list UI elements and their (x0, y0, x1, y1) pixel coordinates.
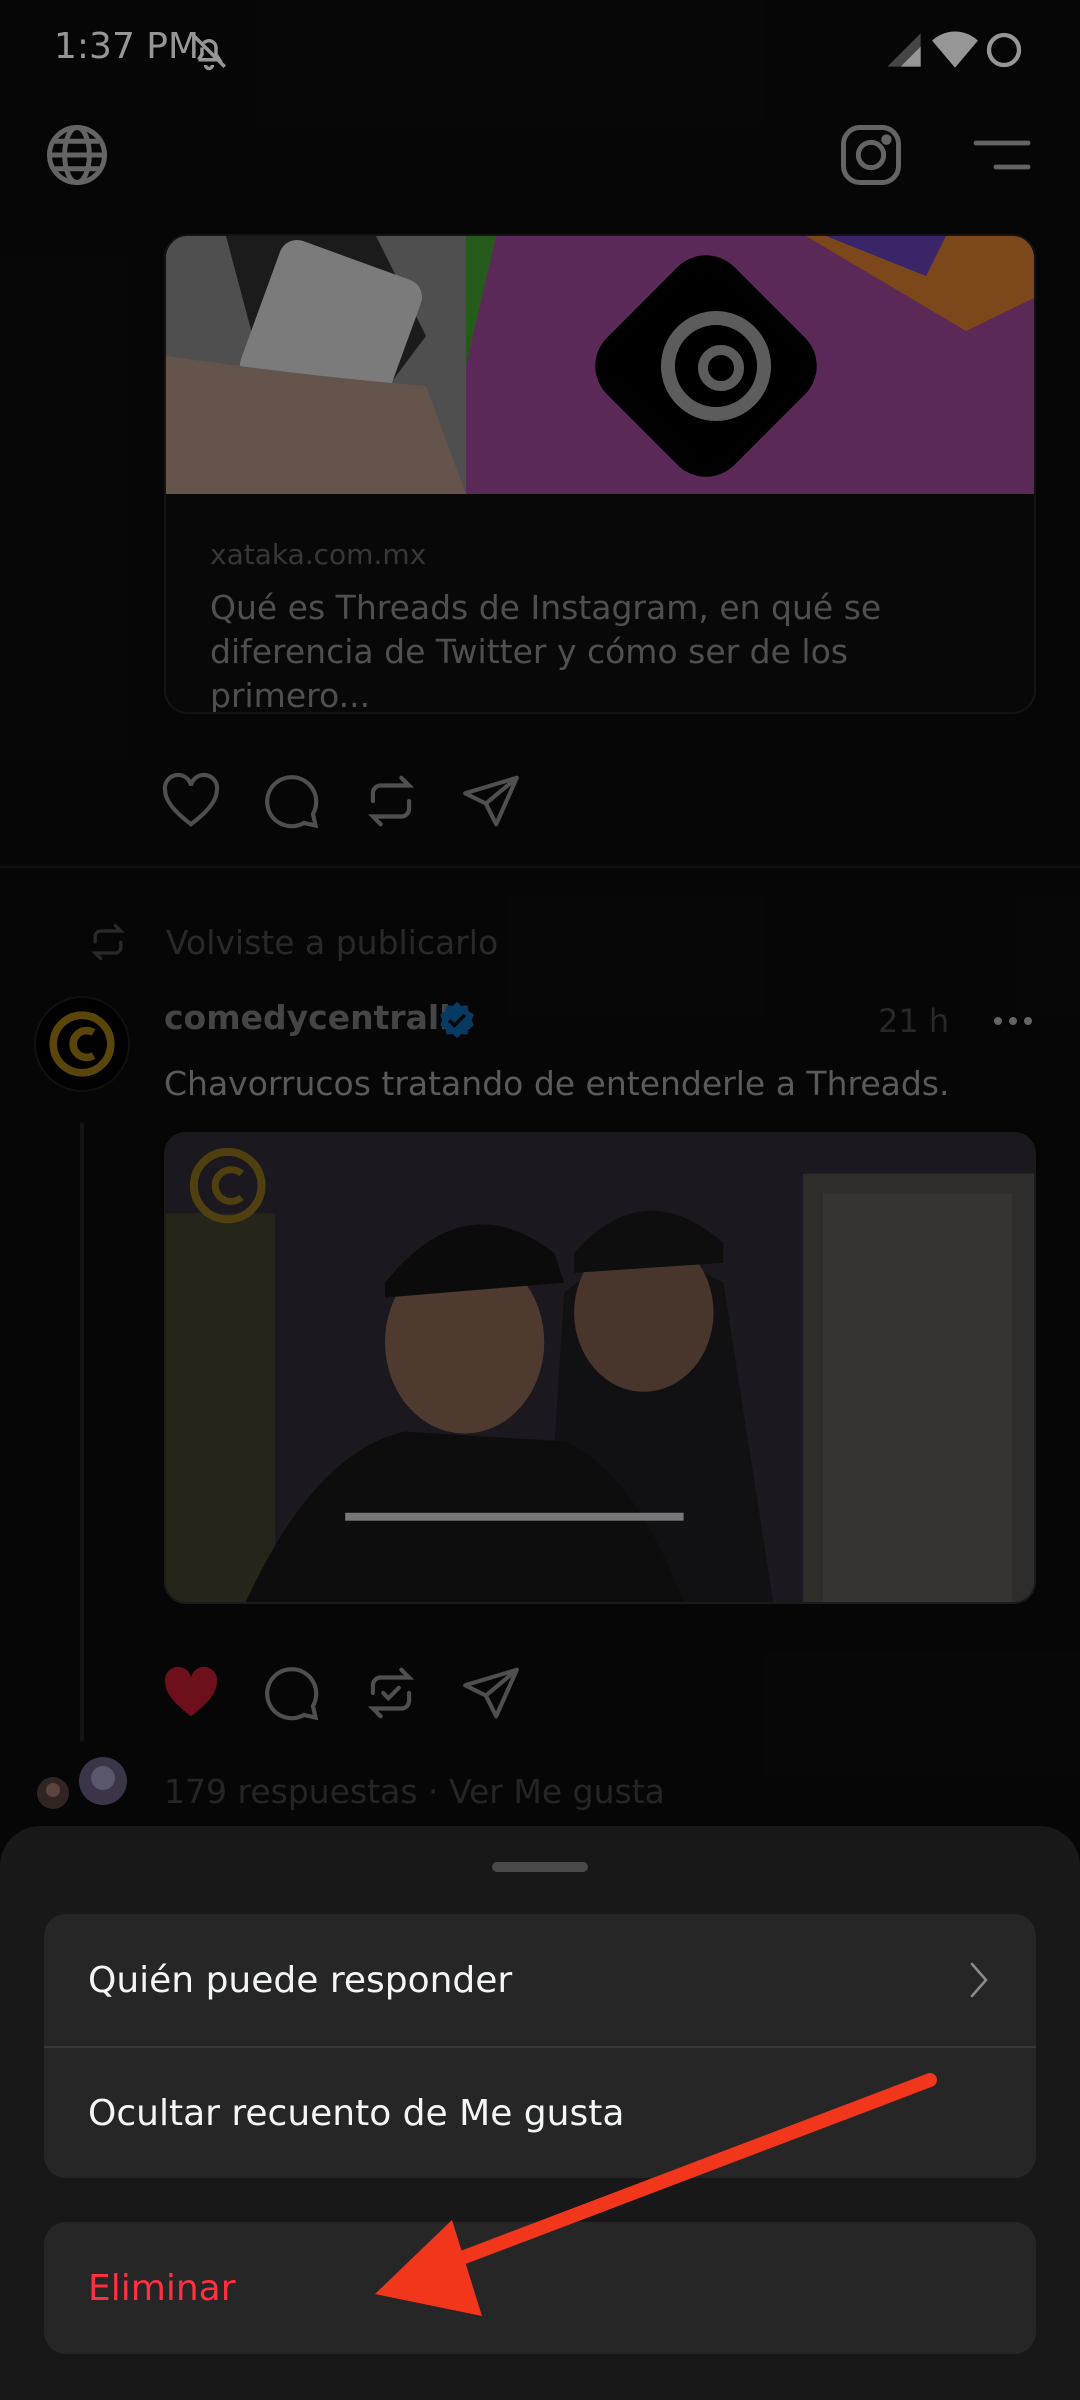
reply-avatar (37, 1777, 69, 1809)
more-options-icon[interactable] (990, 1006, 1036, 1036)
wifi-icon (932, 31, 978, 68)
post-actions-2 (160, 1662, 522, 1732)
hide-like-count-option[interactable]: Ocultar recuento de Me gusta (44, 2046, 1036, 2178)
heart-icon[interactable] (160, 770, 222, 832)
delete-option[interactable]: Eliminar (44, 2222, 1036, 2354)
who-can-reply-label: Quién puede responder (88, 1959, 513, 2001)
delete-label: Eliminar (88, 2267, 236, 2309)
menu-icon[interactable] (972, 132, 1032, 178)
link-preview-image (166, 236, 1034, 494)
status-time: 1:37 PM (54, 26, 200, 67)
sheet-delete-group: Eliminar (44, 2222, 1036, 2354)
globe-icon[interactable] (44, 122, 110, 188)
repost-icon[interactable] (360, 770, 422, 832)
chevron-right-icon (970, 1962, 988, 1998)
link-preview-card[interactable]: xataka.com.mx Qué es Threads de Instagra… (164, 234, 1036, 714)
liked-heart-icon[interactable] (160, 1662, 222, 1724)
post-stats[interactable]: 179 respuestas · Ver Me gusta (164, 1772, 665, 1811)
sheet-handle[interactable] (492, 1862, 588, 1872)
verified-badge-icon (440, 1001, 474, 1039)
feed-divider (0, 866, 1080, 868)
post-time: 21 h (878, 1002, 950, 1040)
share-icon[interactable] (460, 770, 522, 832)
instagram-icon[interactable] (838, 122, 904, 188)
post-text: Chavorrucos tratando de entenderle a Thr… (164, 1064, 950, 1103)
who-can-reply-option[interactable]: Quién puede responder (44, 1914, 1036, 2046)
hide-like-count-label: Ocultar recuento de Me gusta (88, 2092, 625, 2134)
repost-icon (91, 923, 125, 961)
battery-icon (986, 32, 1022, 68)
comment-icon[interactable] (260, 1662, 322, 1724)
thread-line (80, 1122, 84, 1742)
reposted-icon[interactable] (360, 1662, 422, 1724)
post-username[interactable]: comedycentralla (164, 998, 473, 1037)
post-media-image[interactable] (164, 1132, 1036, 1604)
share-icon[interactable] (460, 1662, 522, 1724)
repost-note: Volviste a publicarlo (86, 912, 498, 972)
signal-icon (887, 33, 921, 67)
comment-icon[interactable] (260, 770, 322, 832)
sheet-options-group: Quién puede responder Ocultar recuento d… (44, 1914, 1036, 2178)
link-domain: xataka.com.mx (210, 538, 427, 571)
reply-avatar (79, 1757, 127, 1805)
bottom-sheet: Quién puede responder Ocultar recuento d… (0, 1826, 1080, 2400)
link-title: Qué es Threads de Instagram, en qué se d… (210, 588, 882, 714)
post-actions (160, 770, 522, 840)
top-nav (0, 110, 1080, 210)
avatar[interactable] (34, 996, 130, 1092)
bell-off-icon (192, 34, 226, 71)
repost-label: Volviste a publicarlo (166, 922, 499, 962)
status-bar: 1:37 PM (0, 0, 1080, 100)
screen: 1:37 PM xataka.com.mx Qué es Threads de … (0, 0, 1080, 2400)
